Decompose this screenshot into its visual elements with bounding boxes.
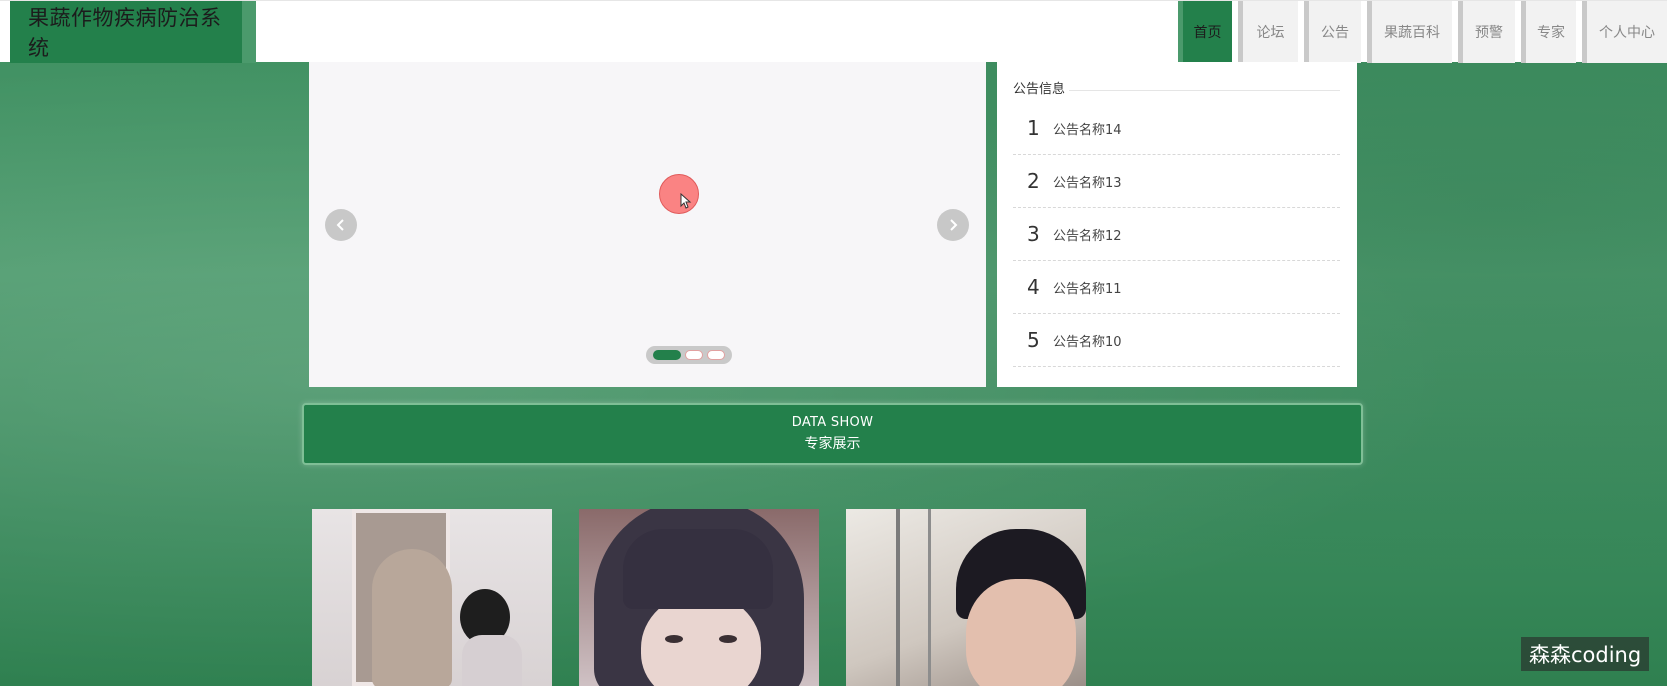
notice-title: 公告名称10 [1053,334,1122,350]
expert-card[interactable] [579,509,819,686]
site-brand[interactable]: 果蔬作物疾病防治系统 [10,1,256,63]
nav-item-forum[interactable]: 论坛 [1238,1,1298,63]
expert-card[interactable] [846,509,1086,686]
notice-list: 1 公告名称14 2 公告名称13 3 公告名称12 4 公告名称11 5 公告… [1013,102,1340,367]
chevron-right-icon [950,219,958,231]
notice-item[interactable]: 5 公告名称10 [1013,314,1340,367]
carousel-indicators [646,346,732,364]
nav-item-warning[interactable]: 预警 [1458,1,1515,63]
nav-item-profile[interactable]: 个人中心 [1582,1,1667,63]
notice-number: 5 [1027,328,1040,352]
notice-panel: 公告信息 1 公告名称14 2 公告名称13 3 公告名称12 4 公告名称11… [997,62,1357,387]
mouse-cursor-highlight [659,174,699,214]
watermark: 森森coding [1521,637,1650,671]
expert-card[interactable] [312,509,552,686]
image-carousel[interactable] [309,62,986,387]
nav-item-home[interactable]: 首页 [1178,1,1232,63]
notice-item[interactable]: 4 公告名称11 [1013,261,1340,314]
carousel-dot-1[interactable] [653,350,681,360]
carousel-dot-3[interactable] [707,350,725,360]
carousel-next-button[interactable] [937,209,969,241]
notice-number: 2 [1027,169,1040,193]
main-nav: 首页 论坛 公告 果蔬百科 预警 专家 个人中心 [1172,1,1667,63]
nav-item-experts[interactable]: 专家 [1521,1,1576,63]
expert-photo-3 [896,509,900,686]
notice-panel-title: 公告信息 [1013,78,1340,102]
mouse-pointer-icon [680,193,692,209]
chevron-left-icon [336,219,344,231]
notice-number: 4 [1027,275,1040,299]
notice-title: 公告名称14 [1053,122,1122,138]
notice-title: 公告名称12 [1053,228,1122,244]
carousel-prev-button[interactable] [325,209,357,241]
carousel-dot-2[interactable] [685,350,703,360]
notice-item[interactable]: 1 公告名称14 [1013,102,1340,155]
nav-item-announcements[interactable]: 公告 [1304,1,1361,63]
nav-item-encyclopedia[interactable]: 果蔬百科 [1367,1,1452,63]
notice-title: 公告名称11 [1053,281,1122,297]
top-navbar: 果蔬作物疾病防治系统 首页 论坛 公告 果蔬百科 预警 专家 个人中心 [0,0,1667,63]
notice-number: 1 [1027,116,1040,140]
notice-title: 公告名称13 [1053,175,1122,191]
notice-number: 3 [1027,222,1040,246]
notice-item[interactable]: 3 公告名称12 [1013,208,1340,261]
site-title: 果蔬作物疾病防治系统 [28,6,222,60]
banner-english-title: DATA SHOW [791,415,874,430]
notice-item[interactable]: 2 公告名称13 [1013,155,1340,208]
section-banner-experts: DATA SHOW 专家展示 [302,403,1363,465]
expert-list [312,509,1086,686]
banner-chinese-title: 专家展示 [804,436,861,452]
